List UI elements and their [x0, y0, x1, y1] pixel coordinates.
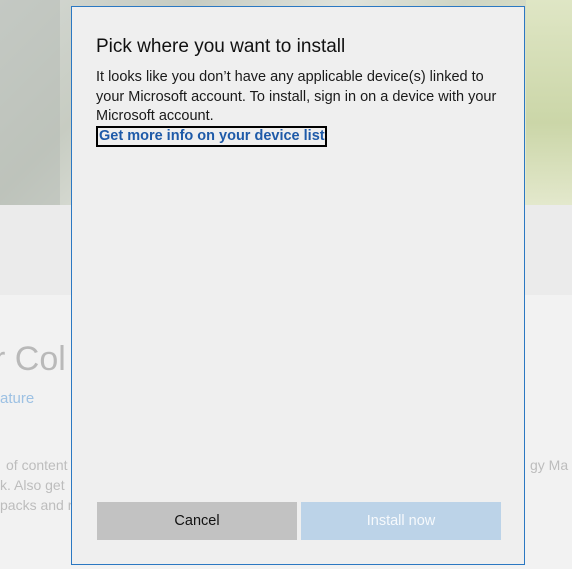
hero-image-shade	[526, 0, 572, 205]
install-now-button[interactable]: Install now	[301, 502, 501, 540]
background-product-title: r Col	[0, 340, 66, 378]
background-description-line: gy Ma	[530, 457, 569, 473]
background-description-line: of content	[6, 457, 68, 473]
dialog-title: Pick where you want to install	[96, 36, 346, 57]
cancel-button[interactable]: Cancel	[97, 502, 297, 540]
background-category-link[interactable]: ature	[0, 390, 34, 407]
device-list-info-link[interactable]: Get more info on your device list	[96, 126, 327, 147]
background-description-line: k. Also get	[0, 477, 65, 493]
hero-image-shade	[0, 0, 60, 205]
background-description-line: packs and r	[0, 497, 73, 513]
dialog-message: It looks like you don’t have any applica…	[96, 69, 497, 124]
install-location-dialog: Pick where you want to install It looks …	[71, 6, 525, 565]
